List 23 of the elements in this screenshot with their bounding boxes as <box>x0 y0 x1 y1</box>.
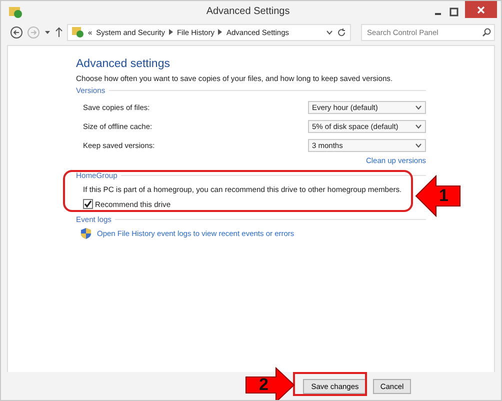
caret-icon[interactable] <box>326 30 333 34</box>
maximize-icon[interactable] <box>449 6 460 16</box>
chevron-icon <box>218 29 222 35</box>
close-button[interactable] <box>465 1 498 18</box>
folder-clock-icon <box>9 6 23 18</box>
window-title: Advanced Settings <box>206 6 290 17</box>
checkmark-icon <box>84 200 92 208</box>
search-icon <box>482 28 491 36</box>
up-arrow-icon[interactable] <box>55 27 63 37</box>
chevron-icon <box>168 29 173 35</box>
shield-icon <box>81 228 91 239</box>
folder-clock-icon <box>72 26 84 38</box>
page-heading: Advanced settings <box>76 58 171 70</box>
step-number: 2 <box>259 375 268 395</box>
caret-icon <box>415 143 422 148</box>
checkbox[interactable] <box>83 199 93 209</box>
back-icon[interactable] <box>10 26 23 38</box>
dropdown-icon[interactable] <box>44 30 51 34</box>
caret-icon <box>415 105 422 110</box>
step-number: 1 <box>439 186 448 206</box>
caret-icon <box>415 124 422 129</box>
close-icon <box>477 6 486 14</box>
refresh-icon[interactable] <box>337 28 346 36</box>
